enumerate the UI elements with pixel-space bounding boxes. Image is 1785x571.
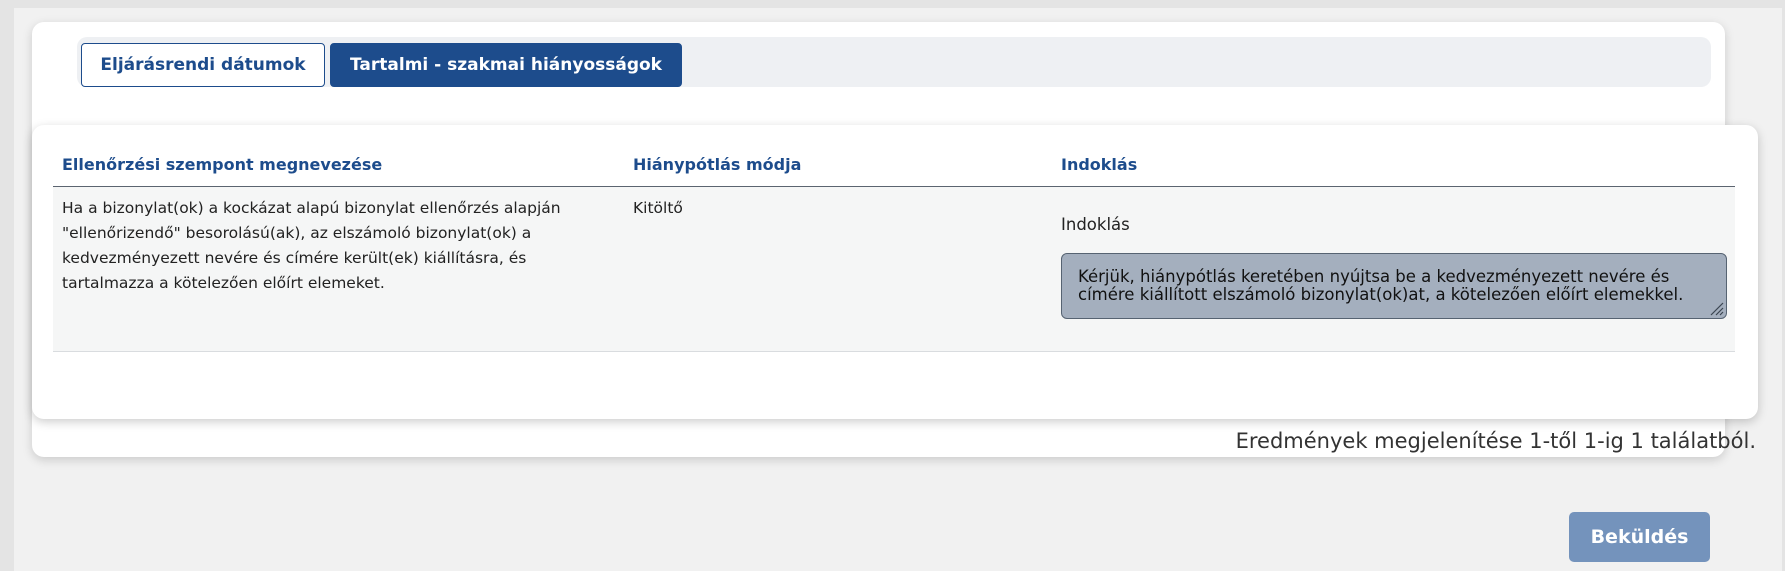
column-header-justification: Indoklás (1061, 155, 1138, 174)
justification-textarea[interactable] (1061, 253, 1727, 319)
justification-field-label: Indoklás (1061, 215, 1130, 234)
submit-button[interactable]: Beküldés (1569, 512, 1710, 562)
column-header-method: Hiánypótlás módja (633, 155, 802, 174)
resize-grip-icon[interactable] (1708, 300, 1724, 316)
pagination-summary: Eredmények megjelenítése 1-től 1-ig 1 ta… (1235, 429, 1756, 453)
tab-procedural-dates[interactable]: Eljárásrendi dátumok (81, 43, 325, 87)
column-header-criterion: Ellenőrzési szempont megnevezése (62, 155, 383, 174)
tab-content-deficiencies[interactable]: Tartalmi - szakmai hiányosságok (330, 43, 682, 87)
method-cell: Kitöltő (633, 199, 683, 217)
criterion-cell: Ha a bizonylat(ok) a kockázat alapú bizo… (62, 199, 561, 292)
